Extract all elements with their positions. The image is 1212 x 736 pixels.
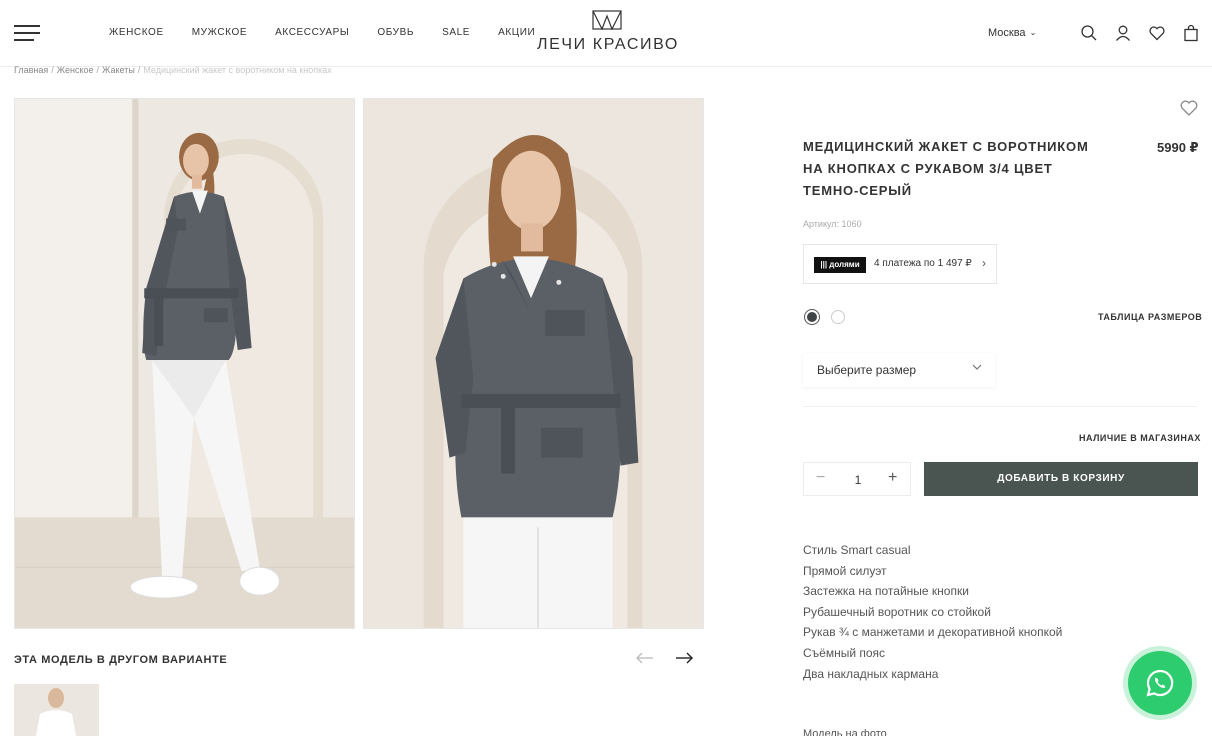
feature-item: Стиль Smart casual (803, 543, 911, 557)
color-swatch-white[interactable] (831, 310, 845, 324)
chevron-down-icon (972, 364, 982, 370)
whatsapp-icon (1146, 669, 1174, 697)
installment-text: 4 платежа по 1 497 ₽ (874, 258, 972, 269)
nav-women[interactable]: ЖЕНСКОЕ (109, 27, 164, 38)
chevron-right-icon: › (982, 256, 986, 270)
breadcrumb-separator: / (51, 65, 54, 75)
size-select-label: Выберите размер (817, 363, 917, 377)
breadcrumb-separator: / (137, 65, 141, 75)
nav-accessories[interactable]: АКСЕССУАРЫ (275, 27, 349, 38)
variants-title: ЭТА МОДЕЛЬ В ДРУГОМ ВАРИАНТЕ (14, 654, 228, 666)
search-icon[interactable] (1080, 24, 1098, 42)
divider (803, 406, 1197, 407)
nav-men[interactable]: МУЖСКОЕ (192, 27, 247, 38)
logo-text: ЛЕЧИ КРАСИВО (537, 36, 679, 53)
menu-icon[interactable] (14, 24, 40, 42)
breadcrumb: Главная / Женское / Жакеты / Медицинский жакет… (14, 65, 332, 75)
breadcrumb-home[interactable]: Главная (14, 65, 48, 75)
favorite-icon[interactable] (1179, 98, 1199, 118)
variant-thumbnail[interactable] (14, 684, 99, 736)
logo-icon (592, 10, 622, 30)
feature-item: Застежка на потайные кнопки (803, 584, 969, 599)
feature-item: Два накладных кармана (803, 666, 939, 681)
user-icon[interactable] (1114, 24, 1132, 42)
city-label: Москва (988, 27, 1026, 39)
heart-icon[interactable] (1148, 24, 1166, 42)
installment-banner[interactable]: ||| долями 4 платежа по 1 497 ₽ › (803, 244, 997, 284)
store-availability-link[interactable]: НАЛИЧИЕ В МАГАЗИНАХ (1079, 433, 1201, 443)
feature-list: Стиль Smart casual Прямой силуэт Застежк… (803, 540, 1062, 684)
product-sku: Артикул: 1060 (803, 219, 862, 229)
arrow-right-icon[interactable] (673, 648, 695, 668)
nav-promotions[interactable]: АКЦИИ (498, 27, 535, 38)
quantity-stepper: − 1 + (803, 462, 911, 496)
breadcrumb-jackets[interactable]: Жакеты (102, 65, 135, 75)
logo[interactable]: ЛЕЧИ КРАСИВО (537, 10, 677, 54)
quantity-increase-button[interactable]: + (888, 469, 897, 487)
color-swatch-dark-gray[interactable] (804, 309, 820, 325)
breadcrumb-current: Медицинский жакет с воротником на кнопка… (143, 65, 332, 75)
city-selector[interactable]: Москва ⌄ (988, 27, 1036, 39)
size-select[interactable]: Выберите размер (803, 353, 995, 387)
feature-item: Прямой силуэт (803, 563, 887, 578)
product-price: 5990 ₽ (1157, 140, 1199, 155)
quantity-decrease-button[interactable]: − (816, 469, 825, 487)
breadcrumb-women[interactable]: Женское (57, 65, 94, 75)
main-nav: ЖЕНСКОЕ МУЖСКОЕ АКСЕССУАРЫ ОБУВЬ SALE АК… (109, 27, 563, 38)
size-table-link[interactable]: ТАБЛИЦА РАЗМЕРОВ (1098, 312, 1202, 322)
nav-shoes[interactable]: ОБУВЬ (377, 27, 414, 38)
product-photo-1[interactable] (14, 98, 355, 629)
arrow-left-icon[interactable] (634, 648, 656, 668)
whatsapp-button[interactable] (1128, 651, 1192, 715)
product-photo-2[interactable] (363, 98, 704, 629)
model-on-photo-label: Модель на фото (803, 728, 887, 736)
add-to-cart-button[interactable]: ДОБАВИТЬ В КОРЗИНУ (924, 462, 1198, 496)
product-title: МЕДИЦИНСКИЙ ЖАКЕТ С ВОРОТНИКОМ НА КНОПКА… (803, 139, 1089, 198)
breadcrumb-separator: / (96, 65, 100, 75)
dolyami-badge: ||| долями (814, 257, 866, 273)
feature-item: Рубашечный воротник со стойкой (803, 604, 991, 619)
feature-item: Съёмный пояс (803, 645, 886, 660)
quantity-value[interactable]: 1 (852, 473, 864, 487)
feature-item: Рукав ¾ с манжетами и декоративной кнопк… (803, 625, 1063, 640)
site-header: ЖЕНСКОЕ МУЖСКОЕ АКСЕССУАРЫ ОБУВЬ SALE АК… (0, 0, 1212, 67)
chevron-down-icon: ⌄ (1029, 28, 1037, 37)
nav-sale[interactable]: SALE (442, 27, 470, 38)
bag-icon[interactable] (1182, 24, 1200, 42)
